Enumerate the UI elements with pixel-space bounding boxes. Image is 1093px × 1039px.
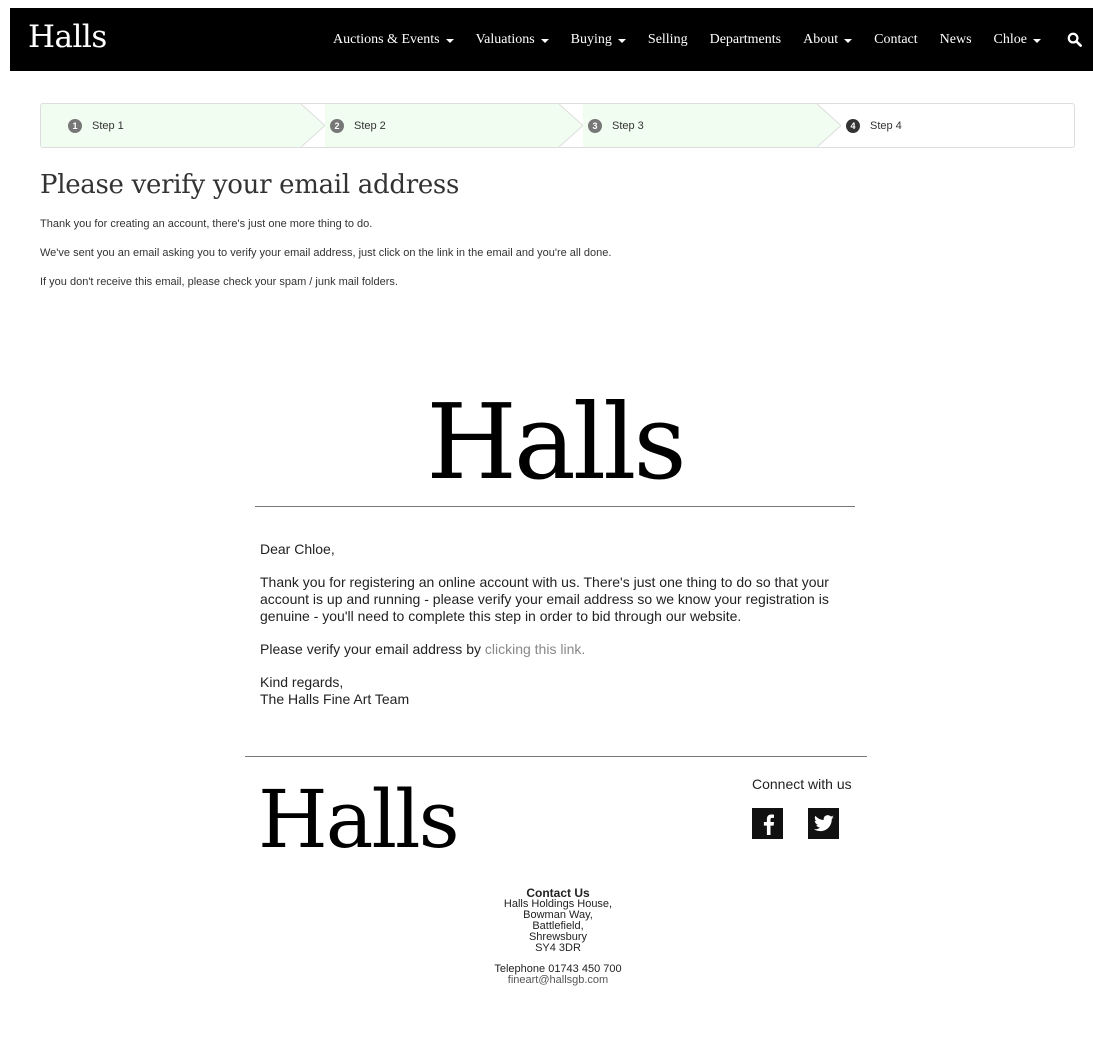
email-verify-line: Please verify your email address by clic… (260, 641, 586, 657)
nav-item-departments[interactable]: Departments (710, 32, 782, 48)
nav-item-selling[interactable]: Selling (648, 32, 688, 48)
email-message: Thank you for registering an online acco… (260, 574, 829, 624)
spam-paragraph: If you don't receive this email, please … (40, 276, 398, 288)
step-label: Step 1 (92, 119, 124, 132)
page-title: Please verify your email address (40, 170, 459, 200)
address-line: SY4 3DR (535, 942, 581, 954)
step-divider-chevron (559, 104, 583, 147)
nav-item-auctions-events[interactable]: Auctions & Events (333, 32, 454, 48)
email-logo: Halls (426, 381, 687, 503)
site-logo[interactable]: Halls (28, 19, 107, 55)
caret-down-icon (445, 38, 454, 43)
step-label: Step 2 (354, 119, 386, 132)
nav-item-buying[interactable]: Buying (571, 32, 626, 48)
email-greeting: Dear Chloe, (260, 541, 335, 557)
search-icon (1067, 32, 1082, 47)
connect-label: Connect with us (752, 776, 852, 792)
email-divider-bottom (245, 756, 867, 757)
nav-item-news[interactable]: News (940, 32, 972, 48)
step-4: 4 Step 4 (841, 104, 1074, 147)
twitter-icon (813, 814, 834, 831)
step-divider-chevron (301, 104, 325, 147)
step-number-badge: 1 (68, 118, 82, 133)
step-3: 3 Step 3 (583, 104, 817, 147)
search-button[interactable] (1065, 31, 1083, 49)
nav-item-about[interactable]: About (803, 32, 853, 48)
step-label: Step 4 (870, 119, 902, 132)
verify-email-link[interactable]: clicking this link. (485, 641, 585, 657)
facebook-button[interactable] (752, 808, 783, 839)
nav-item-contact[interactable]: Contact (874, 32, 918, 48)
nav-menu: Auctions & Events Valuations Buying Sell… (311, 8, 1083, 71)
email-signoff: Kind regards, The Halls Fine Art Team (260, 674, 410, 707)
footer-logo: Halls (258, 773, 460, 866)
step-number-badge: 3 (588, 118, 602, 133)
email-body: Dear Chloe, Thank you for registering an… (260, 541, 860, 724)
registration-steps: 1 Step 1 2 Step 2 3 Step 3 4 Step 4 (40, 103, 1075, 148)
nav-item-user-chloe[interactable]: Chloe (994, 32, 1041, 48)
contact-block: Contact Us Halls Holdings House, Bowman … (445, 887, 671, 986)
step-number-badge: 2 (330, 118, 344, 133)
caret-down-icon (540, 38, 549, 43)
step-divider-chevron (817, 104, 841, 147)
step-2: 2 Step 2 (325, 104, 559, 147)
step-1: 1 Step 1 (41, 104, 301, 147)
facebook-icon (763, 814, 774, 835)
nav-item-valuations[interactable]: Valuations (476, 32, 549, 48)
sent-email-paragraph: We've sent you an email asking you to ve… (40, 247, 612, 259)
caret-down-icon (1033, 38, 1041, 43)
contact-email[interactable]: fineart@hallsgb.com (445, 975, 671, 986)
caret-down-icon (844, 38, 853, 43)
caret-down-icon (617, 38, 626, 43)
step-label: Step 3 (612, 119, 644, 132)
step-number-badge: 4 (846, 118, 860, 133)
twitter-button[interactable] (808, 808, 839, 839)
top-navbar: Halls Auctions & Events Valuations Buyin… (10, 8, 1093, 71)
email-divider-top (255, 506, 855, 507)
intro-paragraph: Thank you for creating an account, there… (40, 218, 373, 230)
